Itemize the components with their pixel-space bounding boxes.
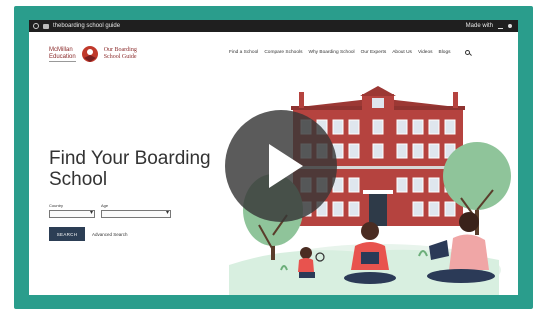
logo-right-text: Our Boarding School Guide <box>103 47 137 60</box>
nav-find-school[interactable]: Find a School <box>229 50 258 55</box>
play-button[interactable] <box>225 110 337 222</box>
browser-right-controls: Made with <box>466 20 512 32</box>
country-select[interactable] <box>49 209 95 218</box>
search-button[interactable]: SEARCH <box>49 227 85 241</box>
made-with-label: Made with <box>465 23 493 29</box>
nav-blogs[interactable]: Blogs <box>439 50 451 55</box>
crest-icon <box>81 46 98 62</box>
advanced-search-link[interactable]: Advanced Search <box>92 232 128 237</box>
info-icon <box>33 23 39 29</box>
website-screen: theboarding school guide Made with McMil… <box>29 20 518 295</box>
download-icon[interactable] <box>498 23 503 29</box>
search-icon[interactable] <box>464 49 470 55</box>
page-title: Find Your Boarding School <box>49 148 211 190</box>
main-nav: Find a School Compare Schools Why Boardi… <box>229 49 470 55</box>
play-icon <box>269 144 303 188</box>
browser-top-bar: theboarding school guide Made with <box>29 20 518 32</box>
nav-about-us[interactable]: About Us <box>392 50 412 55</box>
nav-videos[interactable]: Videos <box>418 50 433 55</box>
logo-left-text: McMillan Education <box>49 46 76 62</box>
tab-icon <box>43 23 49 29</box>
nav-why-boarding[interactable]: Why Boarding School <box>308 50 354 55</box>
age-select[interactable] <box>101 209 171 218</box>
age-label: Age <box>101 203 109 208</box>
nav-our-experts[interactable]: Our Experts <box>361 50 387 55</box>
nav-compare-schools[interactable]: Compare Schools <box>264 50 302 55</box>
menu-icon[interactable] <box>508 24 512 28</box>
school-door <box>369 194 387 226</box>
tab-title: theboarding school guide <box>53 23 121 29</box>
site-logo[interactable]: McMillan Education Our Boarding School G… <box>49 43 137 65</box>
country-label: Country <box>49 203 64 208</box>
